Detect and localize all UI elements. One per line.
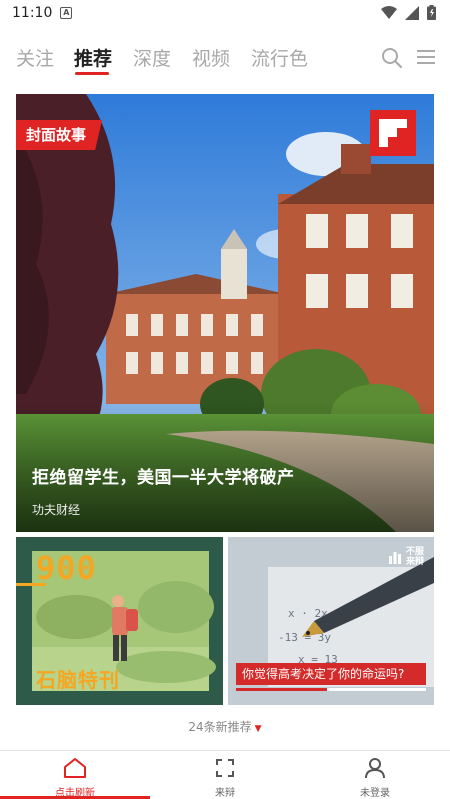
debate-badge-line2: 来辩	[405, 557, 424, 567]
bottom-nav-debate[interactable]: 来辩	[175, 757, 275, 799]
tab-depth[interactable]: 深度	[133, 44, 171, 71]
tab-trend-color[interactable]: 流行色	[251, 44, 308, 71]
tab-recommend[interactable]: 推荐	[74, 44, 112, 71]
hero-source: 功夫财经	[32, 503, 81, 517]
article-card-900[interactable]: 900 石脑特刊	[16, 537, 223, 705]
cover-story-badge: 封面故事	[16, 120, 103, 150]
bottom-nav-profile[interactable]: 未登录	[325, 757, 425, 799]
refresh-hint[interactable]: 24条新推荐 ▼	[0, 718, 450, 735]
search-icon[interactable]	[381, 47, 403, 69]
active-tab-indicator	[75, 72, 109, 75]
card-series-title: 石脑特刊	[36, 668, 120, 692]
bottom-nav-debate-label: 来辩	[215, 788, 235, 799]
menu-icon[interactable]	[416, 47, 436, 67]
hero-title[interactable]: 拒绝留学生，美国一半大学将破产	[32, 463, 295, 488]
bar-chart-icon	[388, 552, 401, 564]
refresh-hint-text: 24条新推荐	[188, 720, 252, 734]
debate-progress-fill	[236, 688, 328, 691]
debate-badge: 不服 来辩	[388, 547, 424, 567]
caret-down-icon: ▼	[254, 724, 262, 734]
bottom-nav: 点击刷新 来辩 未登录	[0, 750, 450, 799]
debate-progress-bar	[236, 688, 426, 691]
card-number: 900	[36, 549, 97, 587]
article-card-debate[interactable]: x · 2x = 7 -13 = 3y x = 13 不服 来辩 你觉得高考决定…	[228, 537, 434, 705]
cover-story-card[interactable]: 封面故事 拒绝留学生，美国一半大学将破产 功夫财经	[16, 94, 434, 532]
debate-badge-line1: 不服	[405, 547, 424, 557]
status-bar: 11:10 A	[0, 0, 450, 26]
flipboard-logo-icon	[370, 110, 416, 156]
top-tabs: 关注 推荐 深度 视频 流行色	[0, 40, 450, 80]
debate-icon	[216, 759, 234, 777]
signal-icon	[405, 5, 419, 20]
home-icon	[64, 758, 86, 778]
bottom-nav-refresh[interactable]: 点击刷新	[25, 757, 125, 799]
tab-follow[interactable]: 关注	[16, 44, 54, 71]
tab-video[interactable]: 视频	[192, 44, 230, 71]
status-time: 11:10	[12, 5, 53, 21]
wifi-icon	[381, 5, 397, 19]
bottom-nav-profile-label: 未登录	[360, 788, 390, 799]
status-icons	[381, 5, 436, 20]
notification-a-icon: A	[60, 7, 73, 19]
battery-icon	[427, 5, 436, 20]
debate-question: 你觉得高考决定了你的命运吗?	[236, 663, 426, 685]
user-icon	[365, 758, 385, 779]
